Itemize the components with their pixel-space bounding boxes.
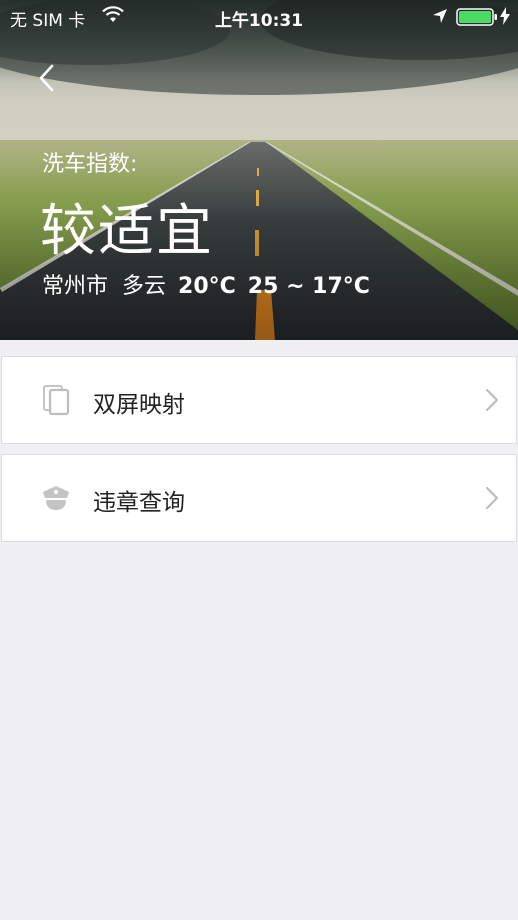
chevron-right-icon	[482, 485, 502, 511]
menu-item-dual-screen[interactable]: 双屏映射	[1, 356, 517, 444]
chevron-left-icon	[39, 64, 54, 92]
police-cap-icon	[40, 481, 72, 515]
chevron-right-icon	[482, 387, 502, 413]
menu-item-label: 违章查询	[93, 490, 185, 516]
status-bar: 无 SIM 卡 上午10:31	[0, 0, 518, 34]
battery-icon	[456, 8, 498, 31]
dual-screen-icon	[40, 383, 72, 417]
car-wash-index-label: 洗车指数:	[42, 152, 138, 177]
car-wash-index-value: 较适宜	[40, 199, 214, 264]
charging-bolt-icon	[500, 7, 510, 30]
city-name: 常州市	[42, 274, 109, 299]
back-button[interactable]	[28, 58, 64, 98]
weather-summary: 常州市 多云 20°C 25 ~ 17°C	[42, 268, 370, 300]
menu-item-label: 双屏映射	[93, 392, 185, 418]
location-arrow-icon	[432, 8, 448, 29]
menu-item-violation-query[interactable]: 违章查询	[1, 454, 517, 542]
temperature-range: 25 ~ 17°C	[247, 274, 370, 299]
weather-header: 无 SIM 卡 上午10:31 洗车指数: 较适宜 常州市 多云 20°C 25…	[0, 0, 518, 340]
weather-condition: 多云	[122, 274, 167, 299]
current-temperature: 20°C	[178, 274, 236, 299]
